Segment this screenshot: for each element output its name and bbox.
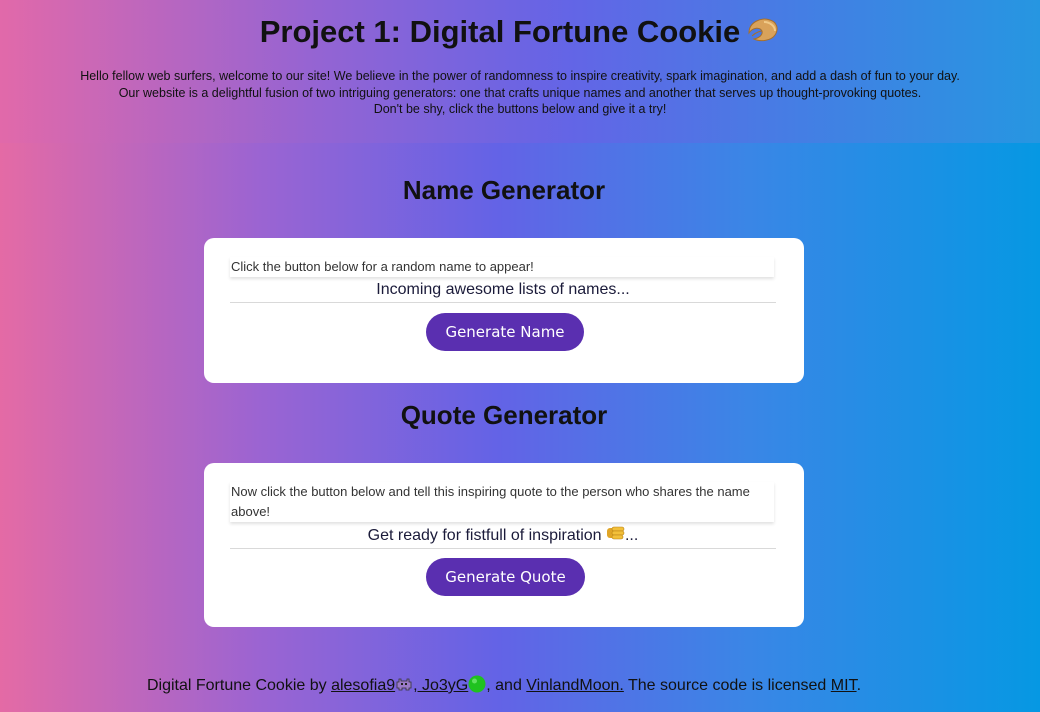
mit-license-link[interactable]: MIT — [831, 677, 857, 694]
author-link-alesofia9[interactable]: alesofia9, — [331, 677, 422, 694]
quote-output-suffix: ... — [624, 527, 639, 544]
page-title-text: Project 1: Digital Fortune Cookie — [259, 14, 741, 49]
quote-prompt: Now click the button below and tell this… — [230, 482, 774, 522]
intro-line: Our website is a delightful fusion of tw… — [118, 85, 922, 100]
green-circle-icon — [468, 675, 486, 693]
generate-name-button[interactable]: Generate Name — [426, 313, 584, 351]
footer-suffix: . — [856, 677, 862, 694]
author-separator: , — [413, 677, 422, 694]
name-generator-card: Click the button below for a random name… — [204, 238, 804, 383]
footer-separator: , and — [486, 677, 527, 694]
footer: Digital Fortune Cookie by alesofia9, Jo3… — [0, 675, 1008, 695]
quote-generator-title: Quote Generator — [400, 400, 608, 430]
fist-icon — [606, 525, 625, 542]
quote-output-text: Get ready for fistfull of inspiration — [367, 527, 606, 544]
intro-text: Hello fellow web surfers, welcome to our… — [0, 68, 1040, 118]
quote-generator-card: Now click the button below and tell this… — [204, 463, 804, 627]
author-link-jo3yg[interactable]: Jo3yG — [422, 675, 486, 694]
author-name: Jo3yG — [422, 677, 469, 694]
license-text: The source code is licensed — [623, 677, 831, 694]
intro-line: Hello fellow web surfers, welcome to our… — [80, 69, 960, 83]
intro-line: Don't be shy, click the buttons below an… — [373, 102, 667, 116]
alien-monster-icon — [395, 675, 413, 693]
author-name: alesofia9 — [331, 677, 396, 694]
quote-output: Get ready for fistfull of inspiration ..… — [230, 525, 776, 549]
author-link-vinlandmoon[interactable]: VinlandMoon. — [526, 677, 624, 694]
page-title: Project 1: Digital Fortune Cookie — [0, 14, 1040, 50]
name-prompt: Click the button below for a random name… — [230, 257, 774, 277]
name-output: Incoming awesome lists of names... — [230, 281, 776, 303]
footer-prefix: Digital Fortune Cookie by — [146, 677, 332, 694]
name-generator-title: Name Generator — [402, 175, 606, 205]
fortune-cookie-icon — [746, 16, 780, 44]
generate-quote-button[interactable]: Generate Quote — [426, 558, 585, 596]
